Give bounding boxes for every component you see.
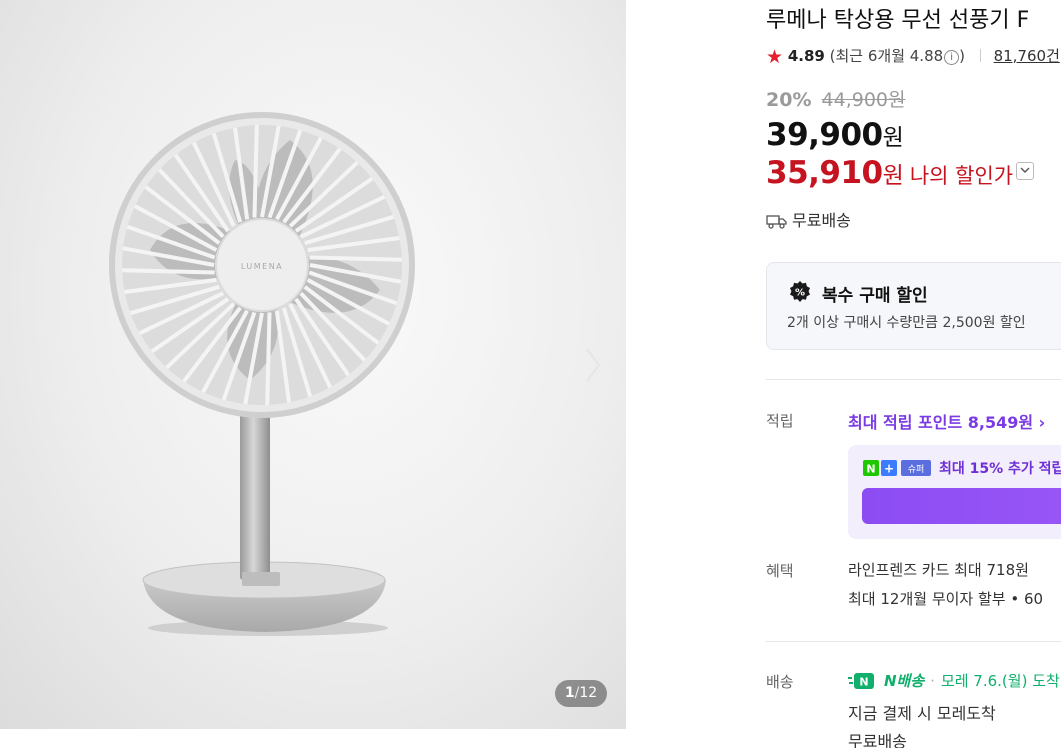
rating-score: 4.89 [787,47,825,65]
image-counter: 1/12 [555,680,607,707]
plus-points-text: 최대 15% 추가 적립 [939,461,1061,477]
delivery-eta: 모레 7.6.(월) 도착 [940,672,1060,690]
rating-row: ★ 4.89 (최근 6개월 4.88 i) 81,760건 [766,45,1060,68]
shipping-row: 무료배송 [766,207,851,231]
product-image-gallery[interactable]: LUMENA 1/12 [0,0,626,729]
naver-plus-box: N + 슈퍼 최대 15% 추가 적립 [848,445,1061,539]
product-title: 루메나 탁상용 무선 선풍기 F [766,8,1030,33]
my-discount-price[interactable]: 35,910원 나의 할인가 [766,155,1035,191]
rating-recent: (최근 6개월 4.88 [829,47,944,65]
rating-close: ) [959,47,966,65]
my-price-currency: 원 [882,163,904,189]
review-count-link[interactable]: 81,760건 [994,47,1060,65]
fan-grill-spoke [265,312,272,405]
product-image-fan: LUMENA [109,112,415,636]
max-points-value: 최대 적립 포인트 8,549원 [848,413,1034,432]
delivery-free: 무료배송 [848,732,907,748]
shipping-label: 무료배송 [792,211,851,230]
divider [766,641,1061,642]
info-icon[interactable]: i [944,50,960,65]
points-label: 적립 [766,412,794,430]
chevron-right-icon: › [1038,413,1046,432]
installment-benefit[interactable]: 최대 12개월 무이자 할부 • 60 [848,588,1043,609]
delivery-label: 배송 [766,673,794,691]
image-counter-separator: / [574,685,580,701]
discount-row: 20% 44,900원 [766,85,906,112]
plus-membership-button[interactable] [862,488,1061,524]
n-delivery-label: N배송 [884,672,925,690]
image-counter-current: 1 [564,685,575,701]
benefits-label: 혜택 [766,562,794,580]
percent-badge-icon: % [790,281,810,302]
discount-rate: 20% [766,89,812,111]
bulk-discount-box[interactable]: % 복수 구매 할인 2개 이상 구매시 수량만큼 2,500원 할인 [766,262,1061,350]
my-price-value: 35,910 [766,155,883,191]
max-points-link[interactable]: 최대 적립 포인트 8,549원 › [848,409,1045,433]
chevron-down-icon[interactable] [1016,162,1035,180]
svg-text:+: + [884,462,894,476]
super-tag: 슈퍼 [908,464,925,475]
chevron-right-icon[interactable] [580,345,606,385]
my-price-label: 나의 할인가 [909,164,1014,188]
sale-price-value: 39,900 [766,117,883,153]
divider [979,49,981,62]
bulk-discount-desc: 2개 이상 구매시 수량만큼 2,500원 할인 [787,315,1026,331]
svg-text:N: N [859,676,868,689]
divider [766,379,1061,380]
svg-text:N: N [866,463,875,476]
fan-grill-spoke [252,125,259,218]
card-benefit[interactable]: 라인프렌즈 카드 최대 718원 [848,559,1029,580]
n-delivery-icon: N [848,673,874,689]
original-price: 44,900원 [821,89,906,111]
fan-grill-spoke [122,268,215,275]
sale-price: 39,900원 [766,117,904,153]
fan-grill-spoke [309,255,402,262]
product-info-panel: 루메나 탁상용 무선 선풍기 F ★ 4.89 (최근 6개월 4.88 i) 8… [766,0,1061,748]
separator-dot: · [930,672,935,690]
naver-plus-membership-icon: N + 슈퍼 [863,460,931,476]
image-counter-total: 12 [579,685,598,701]
svg-text:%: % [795,288,805,299]
truck-icon [766,215,787,229]
brand-logo: LUMENA [241,262,283,271]
delivery-note: 지금 결제 시 모레도착 [848,704,996,723]
bulk-discount-title: 복수 구매 할인 [822,286,928,306]
star-icon: ★ [766,46,784,68]
delivery-eta-row[interactable]: N N배송 · 모레 7.6.(월) 도착 [848,670,1060,691]
sale-price-currency: 원 [882,125,904,151]
